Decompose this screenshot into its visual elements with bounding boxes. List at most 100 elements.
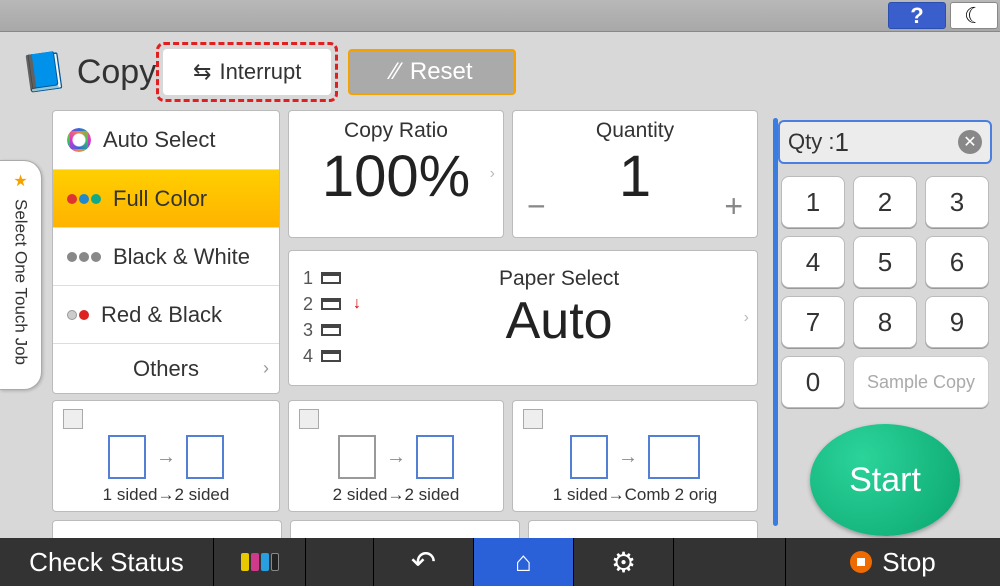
bottom-bar: Check Status ↶ ⌂ ⚙ Stop [0, 538, 1000, 586]
layout-diagram: → [108, 435, 224, 479]
page-combine-icon [648, 435, 700, 479]
settings-button[interactable]: ⚙ [574, 538, 674, 586]
one-touch-job-tab[interactable]: ★ Select One Touch Job [0, 160, 42, 390]
color-full-label: Full Color [113, 186, 207, 212]
bypass-icon: ↓ [353, 291, 361, 317]
home-button[interactable]: ⌂ [474, 538, 574, 586]
chevron-right-icon: › [263, 358, 269, 379]
help-button[interactable]: ? [888, 2, 946, 29]
interrupt-button[interactable]: ⇆ Interrupt [163, 49, 331, 95]
key-1[interactable]: 1 [781, 176, 845, 228]
key-3[interactable]: 3 [925, 176, 989, 228]
copy-ratio-value: 100% [322, 143, 470, 210]
clear-button[interactable]: ✕ [958, 130, 982, 154]
layout-1sided-combine2[interactable]: → 1 sided→Comb 2 orig [512, 400, 758, 512]
stop-button[interactable]: Stop [786, 538, 1000, 586]
quantity-minus[interactable]: − [527, 188, 546, 225]
tray-4-label: 4 [303, 343, 313, 369]
color-others[interactable]: Others › [53, 343, 279, 393]
checkbox [299, 409, 319, 429]
ink-status[interactable] [214, 538, 306, 586]
check-status-button[interactable]: Check Status [0, 538, 214, 586]
energy-saver-button[interactable]: ☾ [950, 2, 998, 29]
key-5[interactable]: 5 [853, 236, 917, 288]
tray-icon [321, 350, 341, 362]
color-rb-label: Red & Black [101, 302, 222, 328]
layout-diagram: → [338, 435, 454, 479]
paper-select-label: Paper Select [499, 267, 619, 291]
copy-icon: 📘 [19, 48, 69, 96]
start-button[interactable]: Start [810, 424, 960, 536]
page-icon [186, 435, 224, 479]
arrow-icon: → [386, 446, 406, 469]
copy-ratio-label: Copy Ratio [344, 119, 448, 143]
interrupt-highlight: ⇆ Interrupt [156, 42, 338, 102]
arrow-icon: → [156, 446, 176, 469]
key-4[interactable]: 4 [781, 236, 845, 288]
key-6[interactable]: 6 [925, 236, 989, 288]
layout-1sided-2sided[interactable]: → 1 sided→2 sided [52, 400, 280, 512]
color-mode-list: Auto Select Full Color Black & White Red… [52, 110, 280, 394]
ink-yellow-icon [241, 553, 249, 571]
layout-caption: 1 sided→2 sided [103, 485, 230, 505]
paper-select-button[interactable]: 1 2↓ 3 4 Paper Select Auto › [288, 250, 758, 386]
ink-black-icon [271, 553, 279, 571]
reset-button[interactable]: ⁄⁄ Reset [348, 49, 516, 95]
qty-value: 1 [834, 127, 958, 158]
page-title: Copy [77, 53, 156, 92]
copy-ratio-button[interactable]: Copy Ratio 100% › [288, 110, 504, 238]
checkbox [63, 409, 83, 429]
interrupt-icon: ⇆ [193, 59, 211, 85]
bw-icon [67, 252, 101, 262]
quantity-field[interactable]: Qty : 1 ✕ [778, 120, 992, 164]
key-2[interactable]: 2 [853, 176, 917, 228]
stop-label: Stop [882, 547, 936, 578]
paper-select-value: Auto [499, 291, 619, 351]
color-black-white[interactable]: Black & White [53, 227, 279, 285]
checkbox [523, 409, 543, 429]
quantity-plus[interactable]: + [724, 188, 743, 225]
color-full-color[interactable]: Full Color [53, 169, 279, 227]
page-icon [108, 435, 146, 479]
full-color-icon [67, 194, 101, 204]
option-stub[interactable] [528, 520, 758, 540]
star-icon: ★ [13, 171, 27, 191]
sample-copy-button[interactable]: Sample Copy [853, 356, 989, 408]
spacer [674, 538, 786, 586]
color-bw-label: Black & White [113, 244, 250, 270]
ink-cyan-icon [261, 553, 269, 571]
spacer [306, 538, 374, 586]
chevron-right-icon: › [490, 165, 495, 183]
layout-2sided-2sided[interactable]: → 2 sided→2 sided [288, 400, 504, 512]
color-red-black[interactable]: Red & Black [53, 285, 279, 343]
tray-icon [321, 324, 341, 336]
tray-1-label: 1 [303, 265, 313, 291]
key-9[interactable]: 9 [925, 296, 989, 348]
reset-icon: ⁄⁄ [392, 58, 400, 86]
keypad-panel: Qty : 1 ✕ 1 2 3 4 5 6 7 8 9 0 Sample Cop… [778, 120, 992, 536]
one-touch-job-label: Select One Touch Job [11, 199, 31, 365]
qty-label: Qty : [788, 129, 834, 155]
quantity-value: 1 [619, 143, 651, 210]
option-stub[interactable] [52, 520, 282, 540]
tray-icon [321, 298, 341, 310]
key-0[interactable]: 0 [781, 356, 845, 408]
option-stub[interactable] [290, 520, 520, 540]
quantity-label: Quantity [596, 119, 674, 143]
tray-icon [321, 272, 341, 284]
color-auto-label: Auto Select [103, 127, 216, 153]
quantity-button[interactable]: Quantity 1 − + [512, 110, 758, 238]
layout-caption: 2 sided→2 sided [333, 485, 460, 505]
back-button[interactable]: ↶ [374, 538, 474, 586]
interrupt-label: Interrupt [219, 59, 301, 85]
auto-select-icon [67, 128, 91, 152]
tray-3-label: 3 [303, 317, 313, 343]
key-8[interactable]: 8 [853, 296, 917, 348]
page-icon [570, 435, 608, 479]
color-auto-select[interactable]: Auto Select [53, 111, 279, 169]
layout-diagram: → [570, 435, 700, 479]
arrow-icon: → [618, 446, 638, 469]
key-7[interactable]: 7 [781, 296, 845, 348]
rb-icon [67, 310, 89, 320]
tray-list: 1 2↓ 3 4 [303, 265, 361, 369]
